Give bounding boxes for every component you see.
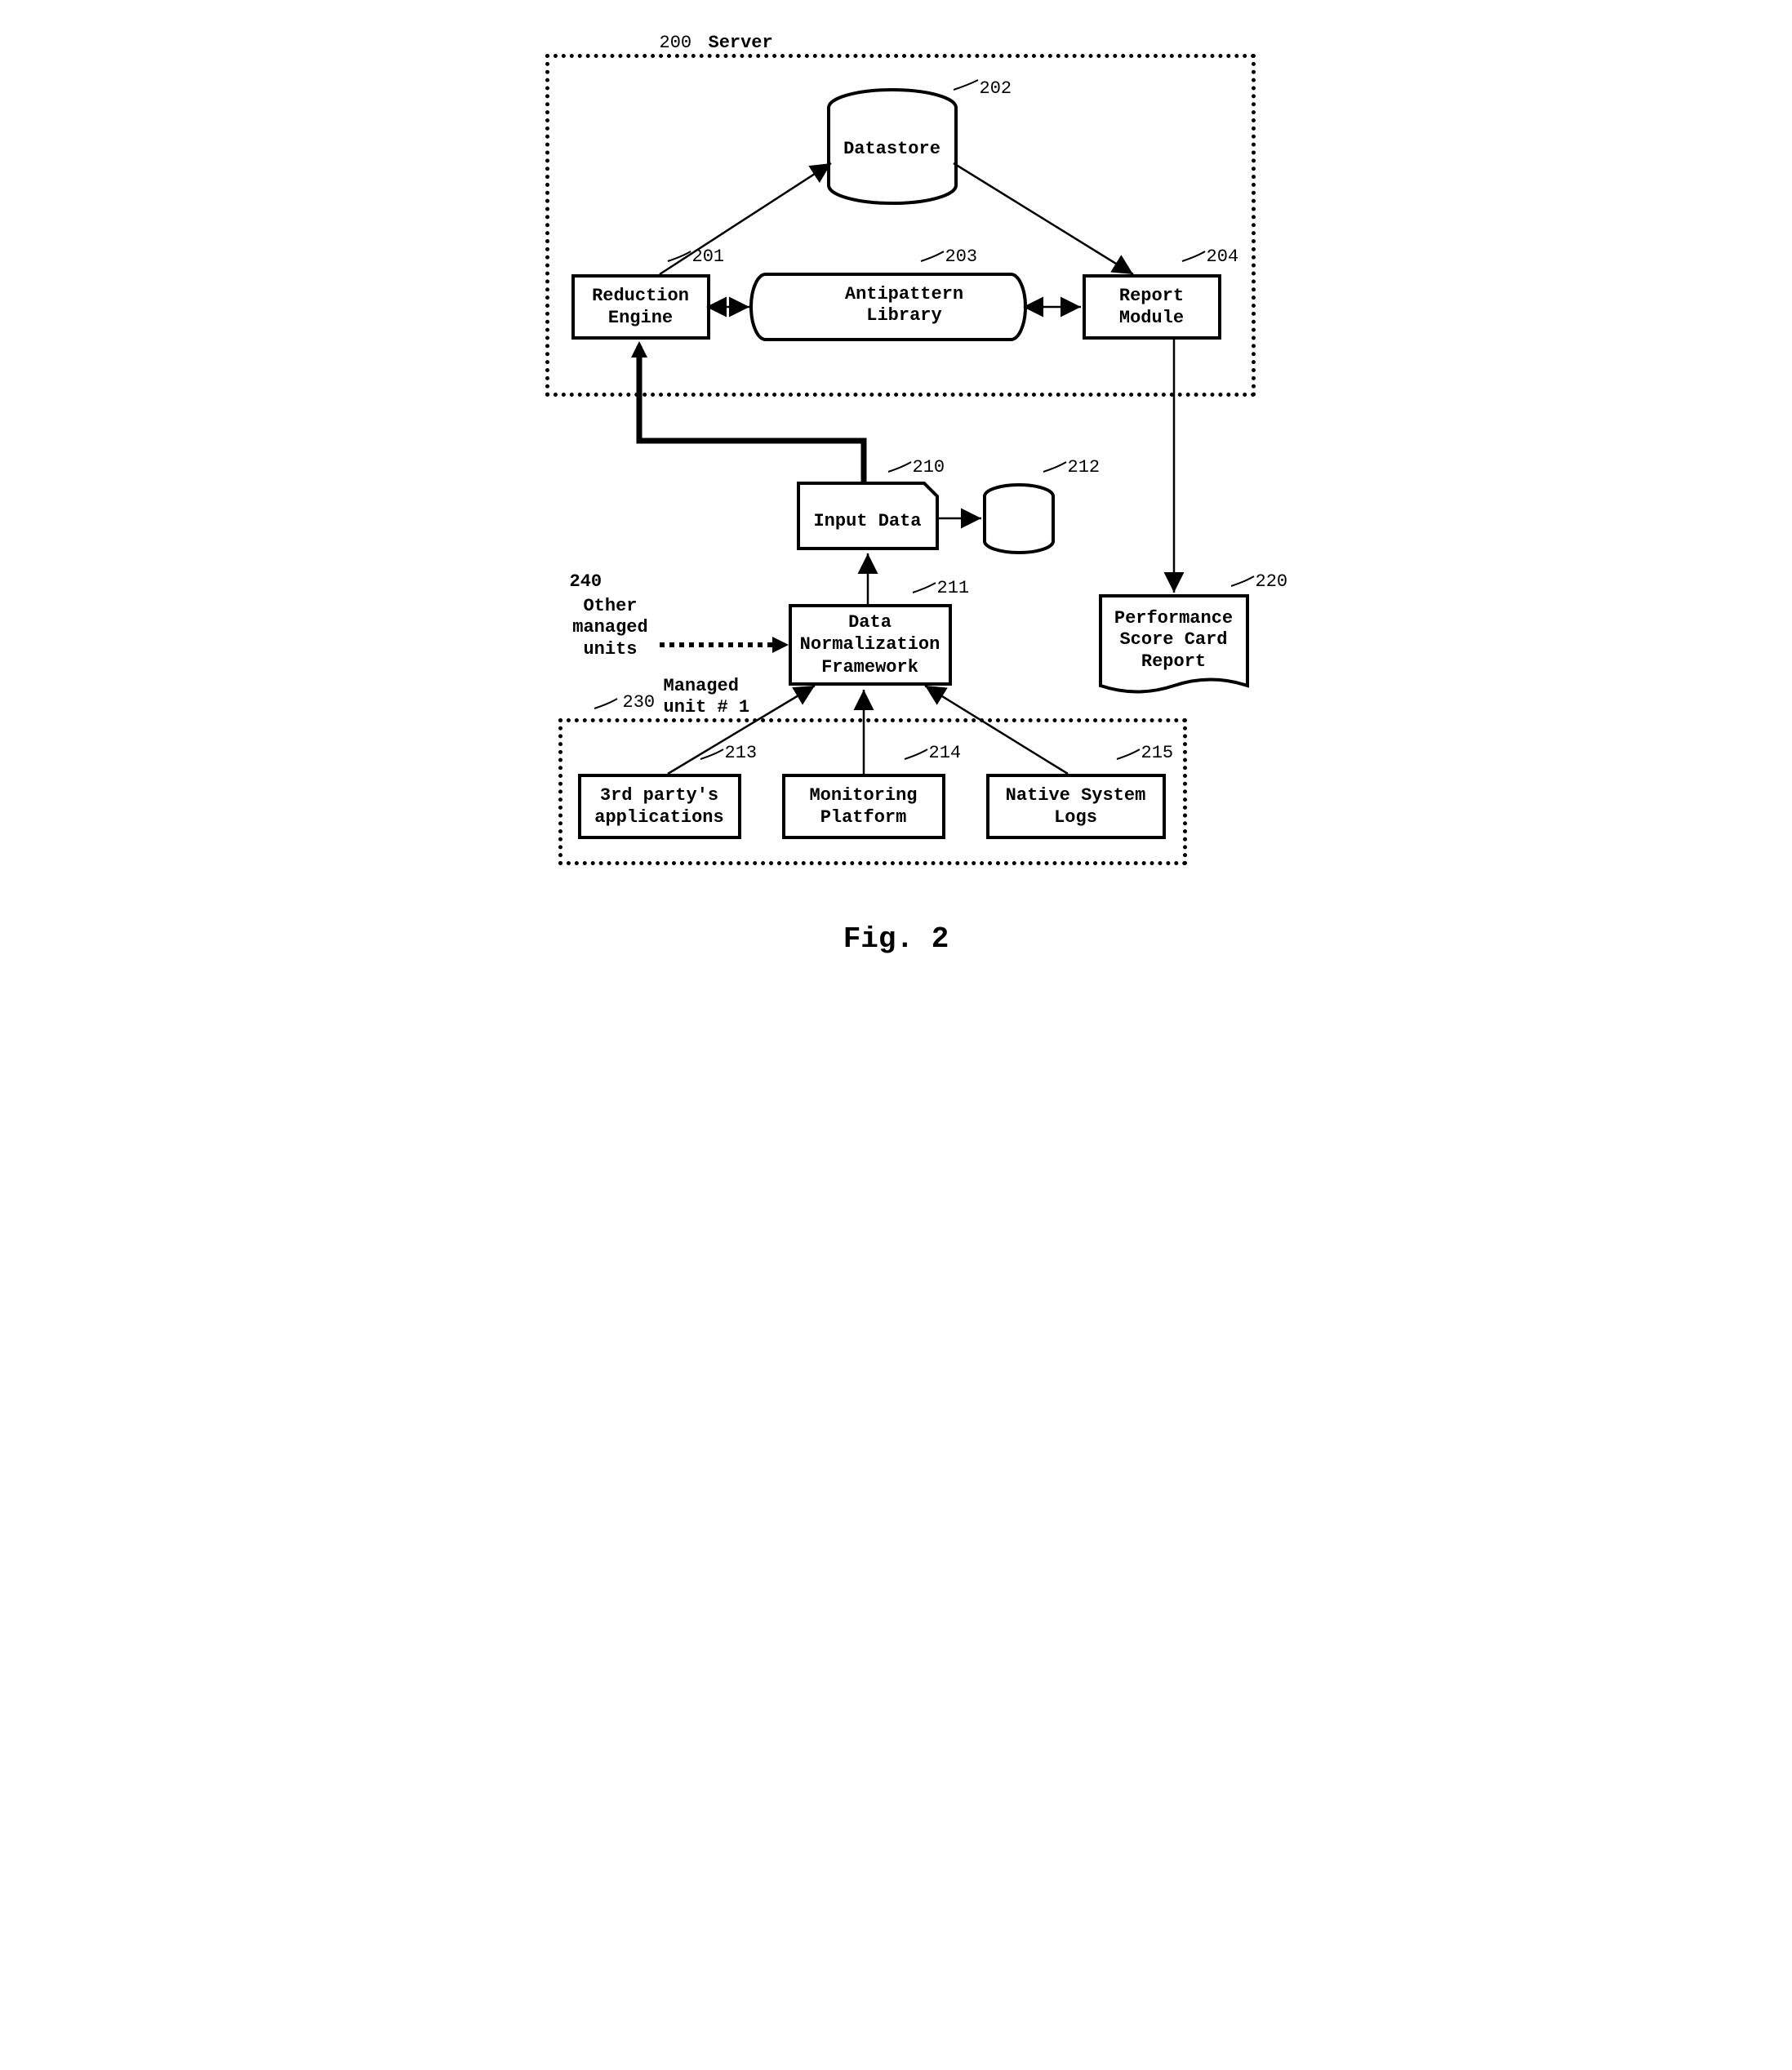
- report-module: Report Module: [1083, 274, 1221, 340]
- native-logs-ref: 215: [1141, 743, 1174, 763]
- monitoring-platform: Monitoring Platform: [782, 774, 945, 839]
- datastore-label: Datastore: [843, 139, 941, 160]
- other-units-label: Other managed units: [562, 596, 660, 660]
- reduction-engine-label: Reduction Engine: [578, 285, 704, 330]
- score-card-label: Performance Score Card Report: [1109, 608, 1239, 673]
- normalization-label: Data Normalization Framework: [795, 611, 945, 679]
- reduction-ref: 201: [692, 247, 725, 267]
- figure-caption: Fig. 2: [843, 922, 949, 956]
- report-ref: 204: [1207, 247, 1239, 267]
- score-card-ref: 220: [1256, 571, 1288, 592]
- monitoring-label: Monitoring Platform: [789, 784, 939, 829]
- antipattern-ref: 203: [945, 247, 978, 267]
- third-party-label: 3rd party's applications: [585, 784, 735, 829]
- native-logs-label: Native System Logs: [993, 784, 1159, 829]
- server-ref: 200: [660, 33, 692, 53]
- input-data-label: Input Data: [807, 511, 929, 532]
- third-party-ref: 213: [725, 743, 758, 763]
- small-db-ref: 212: [1068, 457, 1101, 478]
- input-data-ref: 210: [913, 457, 945, 478]
- other-units-ref: 240: [570, 571, 603, 592]
- antipattern-label: Antipattern Library: [823, 284, 986, 327]
- third-party-apps: 3rd party's applications: [578, 774, 741, 839]
- reduction-engine: Reduction Engine: [571, 274, 710, 340]
- server-container: [545, 54, 1256, 397]
- diagram-canvas: 200 Server Datastore 202 Reduction Engin…: [496, 33, 1296, 996]
- native-system-logs: Native System Logs: [986, 774, 1166, 839]
- datastore-ref: 202: [980, 78, 1012, 99]
- managed-unit-title: Managed unit # 1: [664, 676, 754, 719]
- normalization-ref: 211: [937, 578, 970, 598]
- normalization-framework: Data Normalization Framework: [789, 604, 952, 686]
- report-module-label: Report Module: [1089, 285, 1215, 330]
- monitoring-ref: 214: [929, 743, 962, 763]
- server-title: Server: [709, 33, 773, 54]
- managed-unit-ref: 230: [623, 692, 656, 713]
